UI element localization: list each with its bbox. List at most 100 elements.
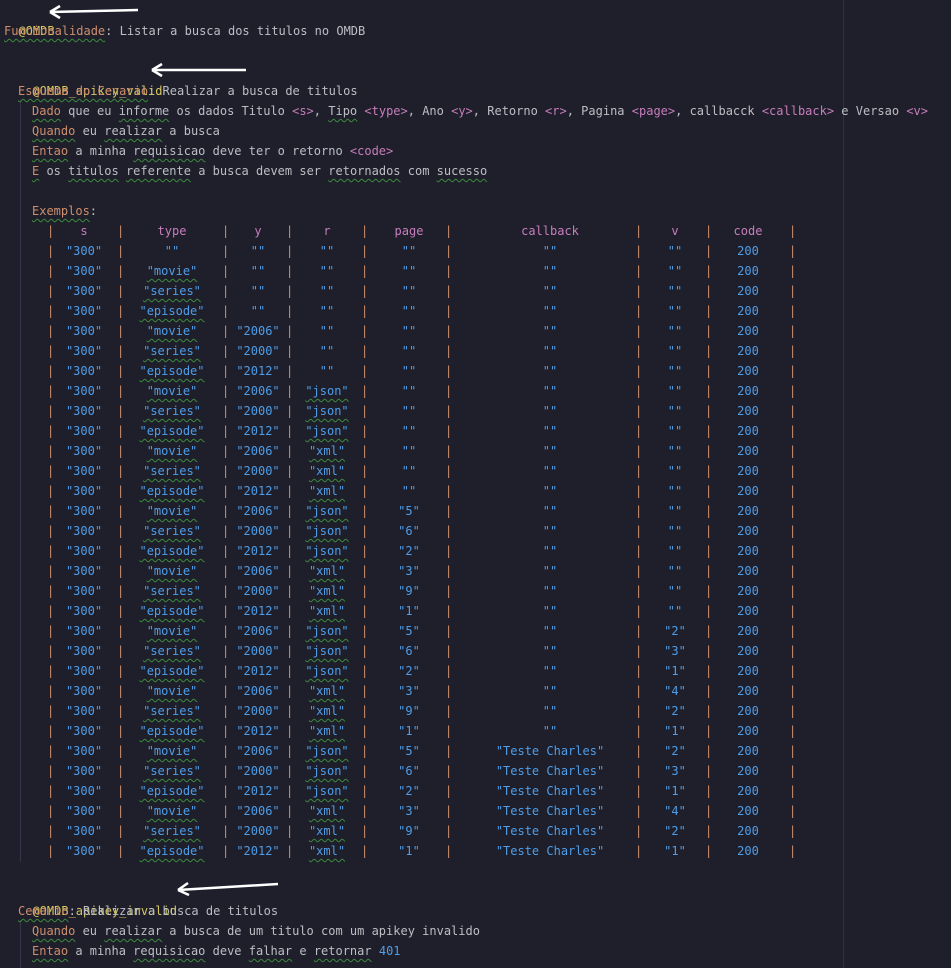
step-text: referente: [125, 164, 191, 178]
cell-value: "": [401, 384, 417, 398]
step-text: informe: [118, 104, 170, 118]
table-cell: "": [349, 461, 469, 481]
cell-value: "300": [65, 844, 103, 858]
table-cell: "": [349, 341, 469, 361]
cell-value: "": [319, 244, 335, 258]
scenario-valid-keyword: Esquema do Cenario: [18, 84, 149, 98]
table-cell: 200: [688, 701, 808, 721]
cell-value: "6": [398, 644, 420, 658]
step-text: deve: [205, 944, 249, 958]
table-cell: "1": [349, 841, 469, 861]
cell-value: "2": [664, 744, 686, 758]
step-text: a minha: [68, 144, 134, 158]
cell-value: "xml": [308, 724, 346, 738]
step-text: realizar: [104, 924, 163, 938]
table-cell: "9": [349, 581, 469, 601]
step-text: Tipo: [328, 104, 358, 118]
table-header-row: | | | | | | | | | s type y r page callback v code: [0, 221, 951, 241]
cell-value: 200: [737, 664, 759, 678]
table-row: | | | | | | | | | "300" "series" "2000" "xml" "9" "" ""…: [0, 581, 951, 601]
cell-value: "": [667, 324, 683, 338]
step-keyword: Quando: [32, 924, 76, 938]
step-keyword: Entao: [32, 944, 69, 958]
cell-value: 200: [737, 264, 759, 278]
cell-value: "": [667, 344, 683, 358]
cell-value: "xml": [308, 824, 346, 838]
table-row: | | | | | | | | | "300" "series" "2000" "xml" "" "" "" 2…: [0, 461, 951, 481]
table-row: | | | | | | | | | "300" "episode" "2012" "xml" "" "" ""…: [0, 481, 951, 501]
cell-value: "300": [65, 704, 103, 718]
cell-value: "300": [65, 524, 103, 538]
examples-line: Exemplos:: [32, 204, 98, 218]
scenario-invalid-tag-line: @OMDB_apikey_invalid: [18, 881, 177, 918]
table-cell: "3": [349, 561, 469, 581]
cell-value: "300": [65, 824, 103, 838]
cell-value: "xml": [308, 484, 346, 498]
table-cell: "6": [349, 761, 469, 781]
cell-value: "json": [305, 644, 349, 658]
cell-value: "json": [305, 424, 349, 438]
cell-value: "movie": [146, 444, 198, 458]
table-cell: "": [490, 241, 610, 261]
cell-value: "": [667, 444, 683, 458]
table-cell: "": [490, 581, 610, 601]
table-cell: 200: [688, 541, 808, 561]
cell-value: 200: [737, 384, 759, 398]
header-label: page: [394, 224, 424, 238]
cell-value: "3": [398, 564, 420, 578]
table-row: | | | | | | | | | "300" "episode" "2012" "xml" "1" "Te…: [0, 841, 951, 861]
cell-value: 200: [737, 584, 759, 598]
cell-value: "1": [664, 784, 686, 798]
cell-value: "xml": [308, 684, 346, 698]
step-text: a minha: [68, 944, 134, 958]
table-cell: "3": [349, 801, 469, 821]
table-cell: 200: [688, 721, 808, 741]
cell-value: "xml": [308, 444, 346, 458]
cell-value: "movie": [146, 564, 198, 578]
cell-value: "": [667, 544, 683, 558]
step-text: e: [292, 944, 314, 958]
cell-value: "json": [305, 404, 349, 418]
cell-value: "xml": [308, 704, 346, 718]
table-cell: 200: [688, 281, 808, 301]
table-header-cell: callback: [490, 221, 610, 241]
header-label: type: [157, 224, 187, 238]
step-text: a busca devem ser: [190, 164, 329, 178]
cell-value: "json": [305, 524, 349, 538]
table-row: | | | | | | | | | "300" "series" "2000" "json" "6" "" "…: [0, 521, 951, 541]
cell-value: "300": [65, 464, 103, 478]
cell-value: "json": [305, 544, 349, 558]
cell-value: "series": [143, 764, 201, 778]
table-cell: "": [490, 481, 610, 501]
cell-value: "Teste Charles": [495, 824, 605, 838]
table-cell: "Teste Charles": [490, 801, 610, 821]
cell-value: "": [401, 464, 417, 478]
cell-value: 200: [737, 824, 759, 838]
cell-value: "xml": [308, 804, 346, 818]
cell-value: "Teste Charles": [495, 844, 605, 858]
cell-value: "": [542, 364, 558, 378]
cell-value: "": [542, 304, 558, 318]
feature-keyword: Funcionalidade: [4, 24, 106, 38]
cell-value: "episode": [139, 784, 205, 798]
table-row: | | | | | | | | | "300" "series" "" "" "" "" "" 200: [0, 281, 951, 301]
step-placeholder: <v>: [906, 104, 929, 118]
step-line: Entao a minha requisicao deve ter o reto…: [32, 141, 393, 161]
table-cell: 200: [688, 761, 808, 781]
cell-value: 200: [737, 424, 759, 438]
cell-value: "300": [65, 764, 103, 778]
cell-value: "": [542, 644, 558, 658]
table-cell: "2": [349, 781, 469, 801]
table-cell: 200: [688, 241, 808, 261]
step-line: Quando eu realizar a busca: [32, 121, 220, 141]
cell-value: "300": [65, 664, 103, 678]
table-row: | | | | | | | | | "300" "episode" "" "" "" "" "" 200: [0, 301, 951, 321]
cell-value: "300": [65, 404, 103, 418]
cell-value: "5": [398, 744, 420, 758]
step-keyword: Entao: [32, 144, 69, 158]
cell-value: "300": [65, 484, 103, 498]
cell-value: "series": [143, 284, 201, 298]
table-row: | | | | | | | | | "300" "series" "2000" "json" "" "" ""…: [0, 401, 951, 421]
cell-value: "movie": [146, 744, 198, 758]
cell-value: "": [667, 604, 683, 618]
